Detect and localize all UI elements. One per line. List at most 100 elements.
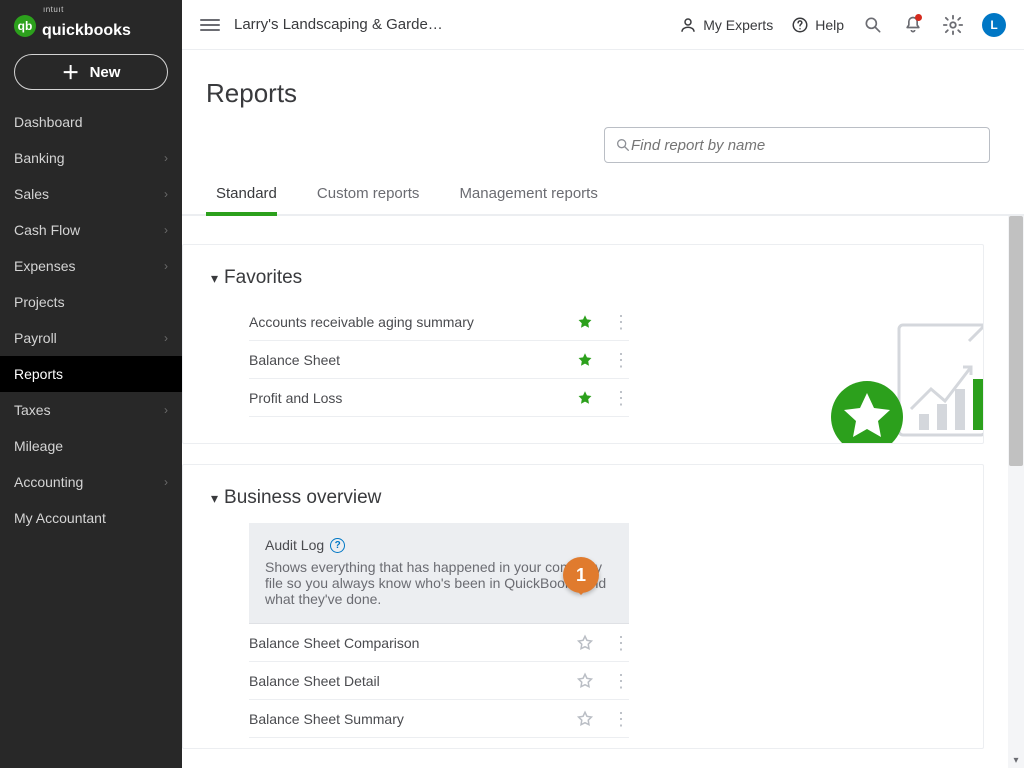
- favorite-star-icon[interactable]: [576, 710, 594, 728]
- sidebar-item-payroll[interactable]: Payroll ›: [0, 320, 182, 356]
- page-title: Reports: [182, 78, 1024, 127]
- sidebar-item-label: Taxes: [14, 402, 51, 418]
- tab-custom-reports[interactable]: Custom reports: [307, 175, 450, 214]
- business-overview-toggle[interactable]: ▾ Business overview: [211, 487, 955, 509]
- logo: qb ıntuıt quickbooks: [0, 10, 182, 54]
- sidebar-item-projects[interactable]: Projects: [0, 284, 182, 320]
- main: Larry's Landscaping & Garde… My Experts …: [182, 0, 1024, 768]
- audit-log-title[interactable]: Audit Log: [265, 537, 324, 553]
- favorites-list: Accounts receivable aging summary⋮Balanc…: [249, 303, 629, 417]
- tabs: StandardCustom reportsManagement reports: [182, 175, 1024, 216]
- sidebar-item-label: Sales: [14, 186, 49, 202]
- content: Reports StandardCustom reportsManagement…: [182, 50, 1024, 768]
- favorites-illustration: [819, 319, 984, 444]
- row-menu-icon[interactable]: ⋮: [612, 319, 629, 325]
- plus-icon: ＋: [62, 59, 80, 85]
- notification-dot: [915, 14, 922, 21]
- report-link[interactable]: Balance Sheet Comparison: [249, 635, 576, 651]
- sidebar-item-label: Mileage: [14, 438, 63, 454]
- search-icon[interactable]: [862, 14, 884, 36]
- report-link[interactable]: Balance Sheet: [249, 352, 576, 368]
- chevron-right-icon: ›: [164, 403, 168, 417]
- chevron-right-icon: ›: [164, 331, 168, 345]
- logo-badge: qb: [14, 15, 36, 37]
- business-overview-card: ▾ Business overview Audit Log ? Shows ev…: [182, 464, 984, 749]
- sidebar-item-cash-flow[interactable]: Cash Flow ›: [0, 212, 182, 248]
- settings-gear-icon[interactable]: [942, 14, 964, 36]
- scrollbar-thumb[interactable]: [1009, 216, 1023, 466]
- chevron-right-icon: ›: [164, 187, 168, 201]
- step-marker-1: 1: [563, 557, 599, 593]
- report-row: Balance Sheet Summary ⋮: [249, 700, 629, 738]
- chevron-down-icon: ▾: [211, 270, 218, 287]
- favorite-star-icon[interactable]: [576, 672, 594, 690]
- notifications-icon[interactable]: [902, 14, 924, 36]
- sidebar-item-mileage[interactable]: Mileage: [0, 428, 182, 464]
- favorites-heading: Favorites: [224, 267, 302, 289]
- sidebar-item-expenses[interactable]: Expenses ›: [0, 248, 182, 284]
- sidebar-item-taxes[interactable]: Taxes ›: [0, 392, 182, 428]
- row-menu-icon[interactable]: ⋮: [612, 357, 629, 363]
- business-overview-heading: Business overview: [224, 487, 381, 509]
- tab-management-reports[interactable]: Management reports: [449, 175, 627, 214]
- report-link[interactable]: Balance Sheet Summary: [249, 711, 576, 727]
- company-name[interactable]: Larry's Landscaping & Garde…: [234, 16, 665, 33]
- report-row: Balance Sheet ⋮: [249, 341, 629, 379]
- tab-standard[interactable]: Standard: [206, 175, 307, 214]
- new-button[interactable]: ＋ New: [14, 54, 168, 90]
- scroll-down-icon[interactable]: ▾: [1008, 752, 1024, 768]
- sidebar-item-sales[interactable]: Sales ›: [0, 176, 182, 212]
- hamburger-icon[interactable]: [200, 19, 220, 31]
- my-experts-link[interactable]: My Experts: [679, 16, 773, 34]
- chevron-right-icon: ›: [164, 223, 168, 237]
- row-menu-icon[interactable]: ⋮: [612, 395, 629, 401]
- help-icon: [791, 16, 809, 34]
- report-search-input[interactable]: [631, 137, 979, 154]
- sidebar-item-label: Payroll: [14, 330, 57, 346]
- row-menu-icon[interactable]: ⋮: [612, 640, 629, 646]
- sidebar-item-my-accountant[interactable]: My Accountant: [0, 500, 182, 536]
- report-row: Balance Sheet Comparison ⋮: [249, 624, 629, 662]
- audit-log-body: Shows everything that has happened in yo…: [265, 559, 613, 607]
- sidebar: qb ıntuıt quickbooks ＋ New Dashboard Bank…: [0, 0, 182, 768]
- help-link[interactable]: Help: [791, 16, 844, 34]
- sidebar-item-label: Cash Flow: [14, 222, 80, 238]
- sidebar-item-banking[interactable]: Banking›: [0, 140, 182, 176]
- sidebar-item-label: Accounting: [14, 474, 83, 490]
- row-menu-icon[interactable]: ⋮: [612, 678, 629, 684]
- chevron-right-icon: ›: [164, 151, 168, 165]
- report-link[interactable]: Balance Sheet Detail: [249, 673, 576, 689]
- favorite-star-icon[interactable]: [576, 634, 594, 652]
- chevron-right-icon: ›: [164, 475, 168, 489]
- report-row: Profit and Loss ⋮: [249, 379, 629, 417]
- report-row: Balance Sheet Detail ⋮: [249, 662, 629, 700]
- sidebar-item-label: Expenses: [14, 258, 75, 274]
- favorite-star-icon[interactable]: [576, 313, 594, 331]
- report-link[interactable]: Profit and Loss: [249, 390, 576, 406]
- my-experts-label: My Experts: [703, 17, 773, 33]
- favorite-star-icon[interactable]: [576, 351, 594, 369]
- sidebar-item-dashboard[interactable]: Dashboard: [0, 104, 182, 140]
- sidebar-item-label: Reports: [14, 366, 63, 382]
- sidebar-item-label: My Accountant: [14, 510, 106, 526]
- sidebar-item-accounting[interactable]: Accounting ›: [0, 464, 182, 500]
- avatar[interactable]: L: [982, 13, 1006, 37]
- report-row: Accounts receivable aging summary ⋮: [249, 303, 629, 341]
- favorite-star-icon[interactable]: [576, 389, 594, 407]
- topbar: Larry's Landscaping & Garde… My Experts …: [182, 0, 1024, 50]
- sidebar-item-label: Dashboard: [14, 114, 83, 130]
- logo-word: quickbooks: [42, 22, 131, 39]
- row-menu-icon[interactable]: ⋮: [612, 716, 629, 722]
- help-label: Help: [815, 17, 844, 33]
- chevron-right-icon: ›: [164, 259, 168, 273]
- favorites-toggle[interactable]: ▾ Favorites: [211, 267, 955, 289]
- sidebar-nav: DashboardBanking›Sales›Cash Flow›Expense…: [0, 104, 182, 536]
- sidebar-item-reports[interactable]: Reports: [0, 356, 182, 392]
- favorites-card: ▾ Favorites Accounts receivable aging su…: [182, 244, 984, 444]
- expert-icon: [679, 16, 697, 34]
- scrollbar[interactable]: ▾: [1008, 216, 1024, 768]
- report-link[interactable]: Accounts receivable aging summary: [249, 314, 576, 330]
- chevron-down-icon: ▾: [211, 490, 218, 507]
- info-icon[interactable]: ?: [330, 538, 345, 553]
- report-search[interactable]: [604, 127, 990, 163]
